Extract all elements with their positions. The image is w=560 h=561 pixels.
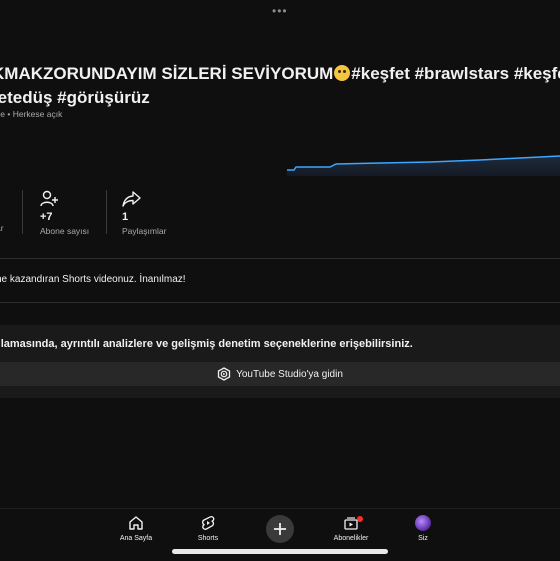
title-line-1: KMAKZORUNDAYIM SİZLERİ SEVİYORUM [0,64,334,83]
stat-label: Abone sayısı [40,226,90,236]
nav-home-label: Ana Sayfa [119,535,153,542]
title-hashtags: #keşfet #brawlstars #keşfetbe [351,64,560,83]
studio-panel: ulamasında, ayrıntılı analizlere ve geli… [0,325,560,398]
stat-label: ar [0,223,4,233]
home-indicator[interactable] [172,549,388,554]
avatar [415,515,431,531]
section-divider [0,258,560,259]
stat-label: Paylaşımlar [122,226,167,236]
achievement-message: ne kazandıran Shorts videonuz. İnanılmaz… [0,274,186,285]
section-divider [0,302,560,303]
shorts-icon [202,515,215,530]
nav-you[interactable]: Siz [393,515,453,542]
share-arrow-icon [122,191,141,207]
nav-home[interactable]: Ana Sayfa [106,515,166,542]
add-person-icon [40,190,58,207]
youtube-studio-button[interactable]: YouTube Studio'ya gidin [0,362,560,386]
create-button[interactable] [266,515,294,543]
nav-you-label: Siz [418,535,428,542]
youtube-studio-icon [217,367,231,381]
meta-separator: • [7,109,11,119]
video-meta: ce • Herkese açık [0,109,62,119]
meta-prefix: ce [0,109,5,119]
home-icon [129,516,143,530]
stat-subscribers: +7 Abone sayısı [40,190,89,236]
plus-icon [274,523,286,535]
stat-value: 1 [122,211,129,223]
performance-chart [287,155,560,176]
video-title: KMAKZORUNDAYIM SİZLERİ SEVİYORUM #keşfet … [0,62,560,110]
nav-subscriptions[interactable]: Abonelikler [321,515,381,542]
nav-shorts-label: Shorts [197,535,219,542]
stat-shares: 1 Paylaşımlar [122,190,166,236]
crying-face-emoji-icon [334,65,351,81]
visibility-label: Herkese açık [12,109,63,119]
title-line-2: fetedüş #görüşürüz [0,88,150,107]
youtube-studio-button-label: YouTube Studio'ya gidin [236,368,343,380]
chart-area [287,156,560,176]
stat-divider [106,190,107,234]
drag-handle[interactable]: ••• [272,4,288,18]
studio-description: ulamasında, ayrıntılı analizlere ve geli… [0,338,413,350]
notification-badge [357,516,363,522]
stat-value: +7 [40,211,53,223]
nav-shorts[interactable]: Shorts [178,515,238,542]
stat-divider [22,190,23,234]
stat-views: ar [0,190,4,233]
nav-subscriptions-label: Abonelikler [333,535,369,542]
